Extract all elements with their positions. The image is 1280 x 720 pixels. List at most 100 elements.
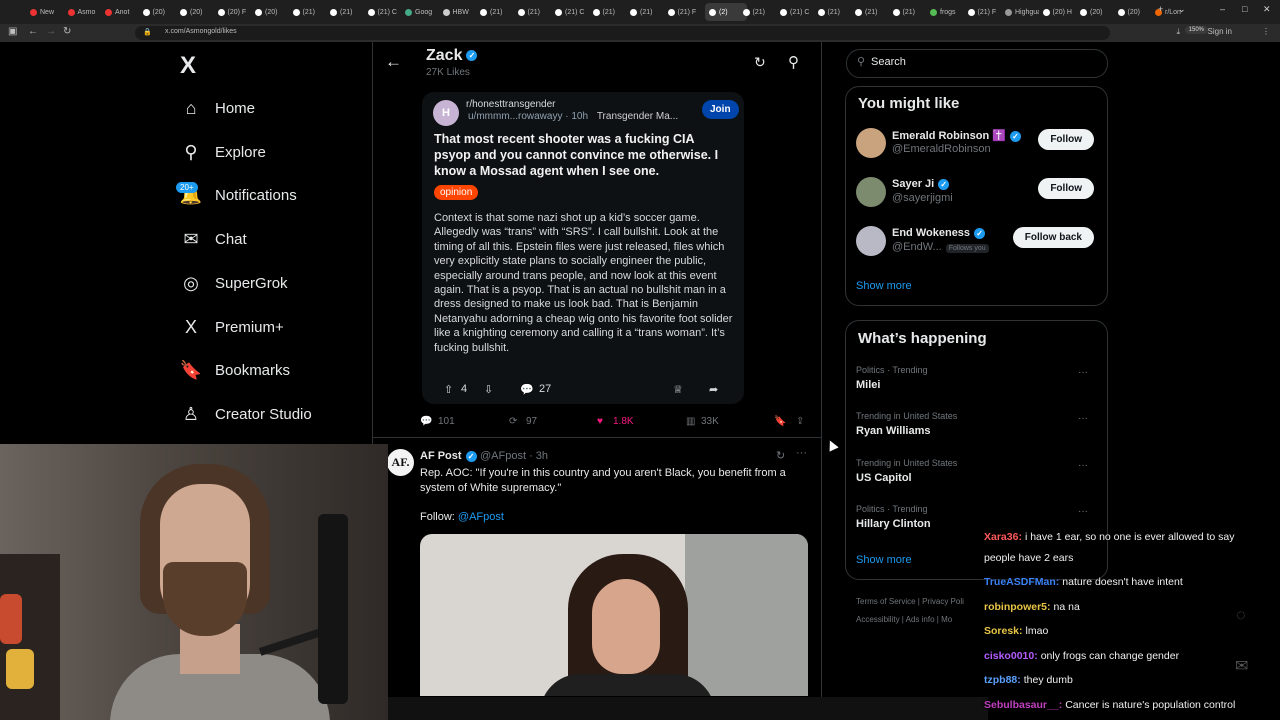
more-icon[interactable]: ···: [1078, 413, 1088, 424]
browser-tab[interactable]: (21): [817, 3, 852, 21]
nav-item-home[interactable]: ⌂ Home: [178, 93, 255, 123]
browser-tab[interactable]: New: [30, 3, 64, 21]
browser-tab[interactable]: (21): [742, 3, 777, 21]
more-icon[interactable]: ···: [1078, 506, 1088, 517]
trends-show-more-link[interactable]: Show more: [856, 554, 912, 566]
browser-tab[interactable]: (20): [180, 3, 214, 21]
nav-item-supergrok[interactable]: ◎ SuperGrok: [178, 268, 287, 298]
suggested-account[interactable]: End Wokeness ✓ @EndW... Follows you Follow b…: [856, 226, 1098, 262]
tweet-author-name[interactable]: AF Post ✓: [420, 450, 477, 462]
afpost-avatar[interactable]: AF.: [387, 449, 414, 476]
browser-tab[interactable]: Highguar: [1005, 3, 1039, 21]
maximize-icon[interactable]: □: [1242, 4, 1247, 14]
reload-icon[interactable]: ↻: [63, 26, 71, 37]
browser-tab[interactable]: (21): [330, 3, 364, 21]
browser-tab[interactable]: (21): [630, 3, 664, 21]
tweet-author-handle[interactable]: @AFpost · 3h: [480, 450, 548, 462]
comment-icon[interactable]: 💬: [520, 383, 534, 396]
browser-tab[interactable]: Asmo: [67, 3, 102, 21]
browser-tab[interactable]: (20): [1080, 3, 1114, 21]
join-button[interactable]: Join: [702, 100, 739, 119]
browser-tab[interactable]: (21): [480, 3, 514, 21]
avatar[interactable]: [856, 128, 886, 158]
share-icon[interactable]: ➦: [709, 383, 718, 396]
suggested-account[interactable]: Sayer Ji ✓ @sayerjigmi Follow: [856, 177, 1098, 213]
browser-tab[interactable]: (21) C: [780, 3, 814, 21]
browser-tab[interactable]: (20): [1117, 3, 1152, 21]
bookmark-icon[interactable]: 🔖: [774, 416, 786, 427]
download-icon[interactable]: ⤓: [1176, 27, 1180, 37]
nav-item-bookmarks[interactable]: 🔖 Bookmarks: [178, 355, 290, 385]
more-icon[interactable]: ···: [1078, 460, 1088, 471]
follow-button[interactable]: Follow back: [1012, 227, 1094, 248]
grok-refresh-icon[interactable]: ↻: [754, 54, 766, 71]
browser-tab[interactable]: (20) H: [1042, 3, 1077, 21]
search-icon[interactable]: ⚲: [788, 53, 799, 71]
reddit-post-embed[interactable]: H r/honesttransgender u/mmmm...rowawayy …: [422, 92, 744, 404]
follow-button[interactable]: Follow: [1038, 178, 1094, 199]
avatar[interactable]: [856, 177, 886, 207]
sidebar-toggle-icon[interactable]: ▣: [8, 26, 17, 37]
browser-tab[interactable]: (21) F: [667, 3, 702, 21]
more-icon[interactable]: ···: [796, 447, 807, 459]
show-more-link[interactable]: Show more: [856, 280, 912, 292]
browser-tab[interactable]: (21): [517, 3, 552, 21]
back-nav-icon[interactable]: ←: [28, 26, 38, 37]
footer-links[interactable]: Accessibility | Ads info | Mo: [856, 615, 952, 624]
repost-icon[interactable]: ⟳: [509, 416, 517, 427]
sign-in-button[interactable]: Sign in: [1208, 27, 1232, 36]
browser-tab[interactable]: (21): [292, 3, 327, 21]
browser-tab[interactable]: (20): [255, 3, 289, 21]
avatar[interactable]: [856, 226, 886, 256]
account-name[interactable]: End Wokeness ✓: [892, 227, 986, 239]
like-icon[interactable]: ♥: [597, 416, 603, 427]
browser-tab[interactable]: HBW: [442, 3, 477, 21]
browser-tab[interactable]: (21): [592, 3, 627, 21]
menu-icon[interactable]: ⋮: [1262, 27, 1270, 36]
account-name[interactable]: Sayer Ji ✓: [892, 178, 950, 190]
new-tab-icon[interactable]: +: [1158, 4, 1163, 14]
nav-item-chat[interactable]: ✉ Chat: [178, 224, 246, 254]
grok-icon[interactable]: ↻: [776, 449, 785, 462]
browser-tab[interactable]: Anot: [105, 3, 139, 21]
minimize-icon[interactable]: –: [1220, 4, 1225, 14]
nav-item-explore[interactable]: ⚲ Explore: [178, 137, 265, 167]
afpost-mention-link[interactable]: @AFpost: [458, 511, 504, 523]
views-icon[interactable]: ▥: [686, 416, 695, 427]
browser-tab[interactable]: (21): [892, 3, 927, 21]
x-logo[interactable]: X: [180, 52, 196, 80]
zoom-badge[interactable]: 150%: [1184, 26, 1208, 34]
share-icon[interactable]: ⇪: [796, 416, 804, 427]
footer-links[interactable]: Terms of Service | Privacy Poli: [856, 597, 964, 606]
upvote-icon[interactable]: ⇧: [444, 383, 453, 396]
tab-list-icon[interactable]: ⌄: [1178, 4, 1186, 15]
url-field[interactable]: 🔒 x.com/Asmongold/likes: [135, 26, 1110, 40]
award-icon[interactable]: ♕: [673, 383, 683, 396]
close-window-icon[interactable]: ✕: [1263, 4, 1271, 15]
more-icon[interactable]: ···: [1078, 367, 1088, 378]
browser-tab[interactable]: (21) C: [555, 3, 589, 21]
tweet-video[interactable]: [420, 534, 808, 696]
follow-button[interactable]: Follow: [1038, 129, 1094, 150]
account-name[interactable]: Emerald Robinson ✝️ ✓: [892, 129, 1021, 142]
subreddit-name[interactable]: r/honesttransgender: [466, 99, 556, 110]
back-arrow-icon[interactable]: ←: [385, 52, 402, 72]
browser-tab[interactable]: (2): [705, 3, 747, 21]
trend-item[interactable]: Trending in United States US Capitol ···: [856, 458, 1098, 492]
forward-nav-icon[interactable]: →: [46, 26, 56, 37]
browser-tab[interactable]: (20): [142, 3, 177, 21]
reply-icon[interactable]: 💬: [420, 416, 432, 427]
trend-item[interactable]: Trending in United States Ryan Williams ··…: [856, 411, 1098, 445]
suggested-account[interactable]: Emerald Robinson ✝️ ✓ @EmeraldRobinson Foll…: [856, 128, 1098, 164]
nav-item-creator-studio[interactable]: ♙ Creator Studio: [178, 399, 312, 429]
nav-item-premium[interactable]: X Premium+: [178, 312, 284, 342]
browser-tab[interactable]: Goog: [405, 3, 439, 21]
browser-tab[interactable]: (21): [855, 3, 889, 21]
browser-tab[interactable]: (21) F: [967, 3, 1002, 21]
browser-tab[interactable]: (21) C: [367, 3, 402, 21]
browser-tab[interactable]: frogs: [930, 3, 964, 21]
browser-tab[interactable]: (20) F: [217, 3, 252, 21]
downvote-icon[interactable]: ⇩: [484, 383, 493, 396]
search-input[interactable]: ⚲ Search: [846, 49, 1108, 78]
trend-item[interactable]: Politics · Trending Milei ···: [856, 365, 1098, 399]
